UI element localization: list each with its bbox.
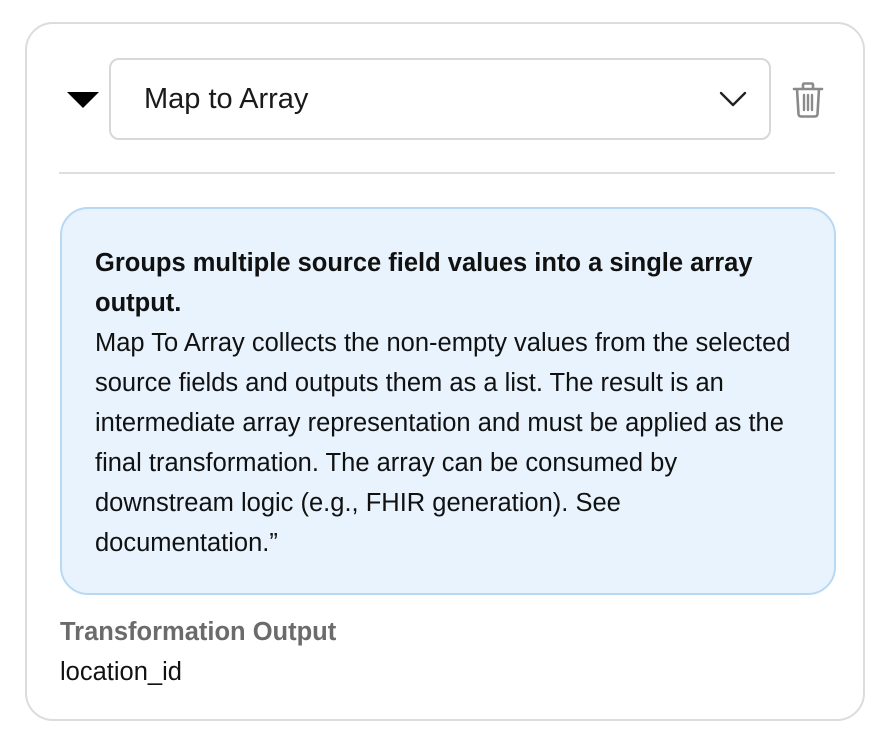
transformation-output-label: Transformation Output: [60, 618, 337, 646]
description-body: Map To Array collects the non-empty valu…: [95, 329, 791, 557]
chevron-down-icon: [719, 89, 747, 109]
transformation-type-value: Map to Array: [144, 83, 309, 115]
transformation-header: Map to Array: [27, 24, 863, 174]
transformation-description: Groups multiple source field values into…: [60, 207, 836, 595]
transformation-card: Map to Array Groups multiple source fiel…: [25, 22, 865, 721]
trash-icon[interactable]: [791, 81, 825, 119]
header-divider: [59, 172, 835, 174]
transformation-type-select[interactable]: Map to Array: [109, 58, 771, 140]
caret-down-icon[interactable]: [66, 90, 100, 110]
description-title: Groups multiple source field values into…: [95, 249, 753, 317]
transformation-output-value: location_id: [60, 658, 182, 686]
